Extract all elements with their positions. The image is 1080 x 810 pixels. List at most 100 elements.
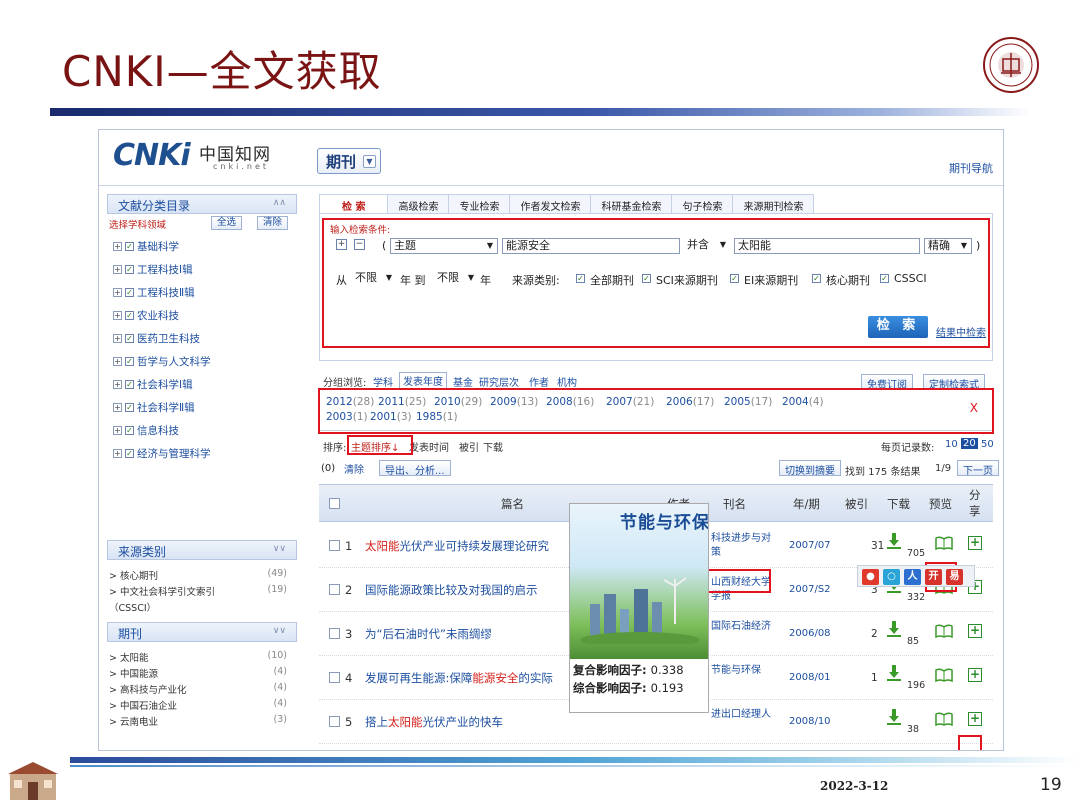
core-checkbox[interactable]: ✓ xyxy=(812,274,821,283)
row-checkbox[interactable] xyxy=(329,540,340,551)
category-checkbox[interactable]: ✓ xyxy=(125,333,134,343)
year-filter[interactable]: 2010(29) xyxy=(434,396,482,408)
group-author[interactable]: 作者 xyxy=(529,374,549,389)
article-title-link[interactable]: 国际能源政策比较及对我国的启示 xyxy=(365,582,538,598)
qzone-share-icon[interactable]: ○ xyxy=(883,569,900,585)
year-filter[interactable]: 2011(25) xyxy=(378,396,426,408)
col-cited[interactable]: 被引 xyxy=(845,496,868,512)
category-item[interactable]: + ✓ 农业科技 xyxy=(107,301,297,324)
journal-item[interactable]: > 高科技与产业化 (4) xyxy=(107,682,297,698)
journal-item[interactable]: > 中国石油企业 (4) xyxy=(107,698,297,714)
source-item[interactable]: > 中文社会科学引文索引 (19) xyxy=(107,584,297,600)
export-button[interactable]: 导出、分析... xyxy=(379,460,451,477)
year-filter[interactable]: 2004(4) xyxy=(782,396,824,408)
share-plus-icon[interactable]: + xyxy=(968,668,982,682)
year-filter[interactable]: 2008(16) xyxy=(546,396,594,408)
category-item[interactable]: + ✓ 工程科技Ⅱ辑 xyxy=(107,278,297,301)
expand-icon[interactable]: + xyxy=(113,310,122,320)
source-item[interactable]: （CSSCI） xyxy=(107,600,297,616)
article-title-link[interactable]: 太阳能光伏产业可持续发展理论研究 xyxy=(365,538,549,554)
book-preview-icon[interactable] xyxy=(935,712,953,726)
clear-button[interactable]: 清除 xyxy=(257,216,289,230)
source-item[interactable]: > 核心期刊 (49) xyxy=(107,568,297,584)
all-journals-checkbox[interactable]: ✓ xyxy=(576,274,585,283)
group-fund[interactable]: 基金 xyxy=(453,374,473,389)
category-item[interactable]: + ✓ 经济与管理科学 xyxy=(107,439,297,462)
journal-item[interactable]: > 中国能源 (4) xyxy=(107,666,297,682)
share-plus-icon[interactable]: + xyxy=(968,536,982,550)
database-select[interactable]: 期刊 ▼ xyxy=(317,148,381,174)
download-icon[interactable] xyxy=(887,709,901,725)
share-plus-icon[interactable]: + xyxy=(968,712,982,726)
category-checkbox[interactable]: ✓ xyxy=(125,287,134,297)
year-filter[interactable]: 1985(1) xyxy=(416,411,458,423)
book-preview-icon[interactable] xyxy=(935,536,953,550)
category-item[interactable]: + ✓ 基础科学 xyxy=(107,232,297,255)
per-page-10[interactable]: 10 xyxy=(945,439,958,450)
category-item[interactable]: + ✓ 社会科学Ⅰ辑 xyxy=(107,370,297,393)
article-title-link[interactable]: 发展可再生能源:保障能源安全的实际 xyxy=(365,670,553,686)
journal-link[interactable]: 国际石油经济 xyxy=(711,620,775,634)
download-icon[interactable] xyxy=(887,533,901,549)
next-page-button[interactable]: 下一页 xyxy=(957,460,999,477)
sort-cited[interactable]: 被引 xyxy=(459,439,479,454)
journal-link[interactable]: 节能与环保 xyxy=(711,664,775,678)
row-checkbox[interactable] xyxy=(329,716,340,727)
sort-date[interactable]: 发表时间 xyxy=(409,439,449,454)
row-checkbox[interactable] xyxy=(329,628,340,639)
year-filter[interactable]: 2007(21) xyxy=(606,396,654,408)
to-year-select[interactable]: 不限 ▼ xyxy=(434,271,478,287)
sci-checkbox[interactable]: ✓ xyxy=(642,274,651,283)
category-item[interactable]: + ✓ 信息科技 xyxy=(107,416,297,439)
search-tab[interactable]: 来源期刊检索 xyxy=(732,194,815,213)
group-year[interactable]: 发表年度 xyxy=(399,372,447,389)
year-filter[interactable]: 2012(28) xyxy=(326,396,374,408)
weibo-share-icon[interactable]: ● xyxy=(862,569,879,585)
year-filter[interactable]: 2003(1) xyxy=(326,411,368,423)
search-tab[interactable]: 科研基金检索 xyxy=(590,194,673,213)
category-item[interactable]: + ✓ 哲学与人文科学 xyxy=(107,347,297,370)
expand-icon[interactable]: + xyxy=(113,356,122,366)
category-checkbox[interactable]: ✓ xyxy=(125,241,134,251)
category-header[interactable]: 文献分类目录 ∧∧ xyxy=(107,194,297,214)
expand-icon[interactable]: ∨∨ xyxy=(273,544,286,554)
book-preview-icon[interactable] xyxy=(935,624,953,638)
category-item[interactable]: + ✓ 工程科技Ⅰ辑 xyxy=(107,255,297,278)
download-icon[interactable] xyxy=(887,621,901,637)
category-checkbox[interactable]: ✓ xyxy=(125,402,134,412)
cnki-logo[interactable]: CNKi 中国知网 cnki.net xyxy=(113,138,303,178)
expand-icon[interactable]: + xyxy=(113,448,122,458)
journal-item[interactable]: > 太阳能 (10) xyxy=(107,650,297,666)
category-checkbox[interactable]: ✓ xyxy=(125,379,134,389)
search-input-2[interactable]: 太阳能 xyxy=(734,238,920,254)
category-checkbox[interactable]: ✓ xyxy=(125,264,134,274)
switch-summary-button[interactable]: 切换到摘要 xyxy=(779,460,841,477)
kaixin-share-icon[interactable]: 开 xyxy=(925,569,942,585)
cssci-checkbox[interactable]: ✓ xyxy=(880,274,889,283)
col-title[interactable]: 篇名 xyxy=(501,496,524,512)
category-checkbox[interactable]: ✓ xyxy=(125,356,134,366)
add-condition-icon[interactable]: + xyxy=(336,239,347,250)
per-page-50[interactable]: 50 xyxy=(981,439,994,450)
group-level[interactable]: 研究层次 xyxy=(479,374,519,389)
expand-icon[interactable]: ∨∨ xyxy=(273,626,286,636)
share-plus-icon[interactable]: + xyxy=(968,624,982,638)
row-checkbox[interactable] xyxy=(329,584,340,595)
match-select[interactable]: 精确 ▼ xyxy=(924,238,972,254)
close-icon[interactable]: X xyxy=(970,401,978,415)
journal-item[interactable]: > 云南电业 (3) xyxy=(107,714,297,730)
select-all-checkbox[interactable] xyxy=(329,498,340,509)
book-preview-icon[interactable] xyxy=(935,668,953,682)
category-checkbox[interactable]: ✓ xyxy=(125,310,134,320)
year-filter[interactable]: 2009(13) xyxy=(490,396,538,408)
field-select-1[interactable]: 主题 ▼ xyxy=(390,238,498,254)
col-journal[interactable]: 刊名 xyxy=(723,496,746,512)
category-checkbox[interactable]: ✓ xyxy=(125,448,134,458)
article-title-link[interactable]: 为“后石油时代”未雨绸缪 xyxy=(365,626,492,642)
col-download[interactable]: 下载 xyxy=(887,496,910,512)
per-page-20[interactable]: 20 xyxy=(961,438,978,449)
renren-share-icon[interactable]: 人 xyxy=(904,569,921,585)
clear-selection-button[interactable]: 清除 xyxy=(339,460,369,476)
search-tab[interactable]: 专业检索 xyxy=(448,194,511,213)
expand-icon[interactable]: + xyxy=(113,287,122,297)
